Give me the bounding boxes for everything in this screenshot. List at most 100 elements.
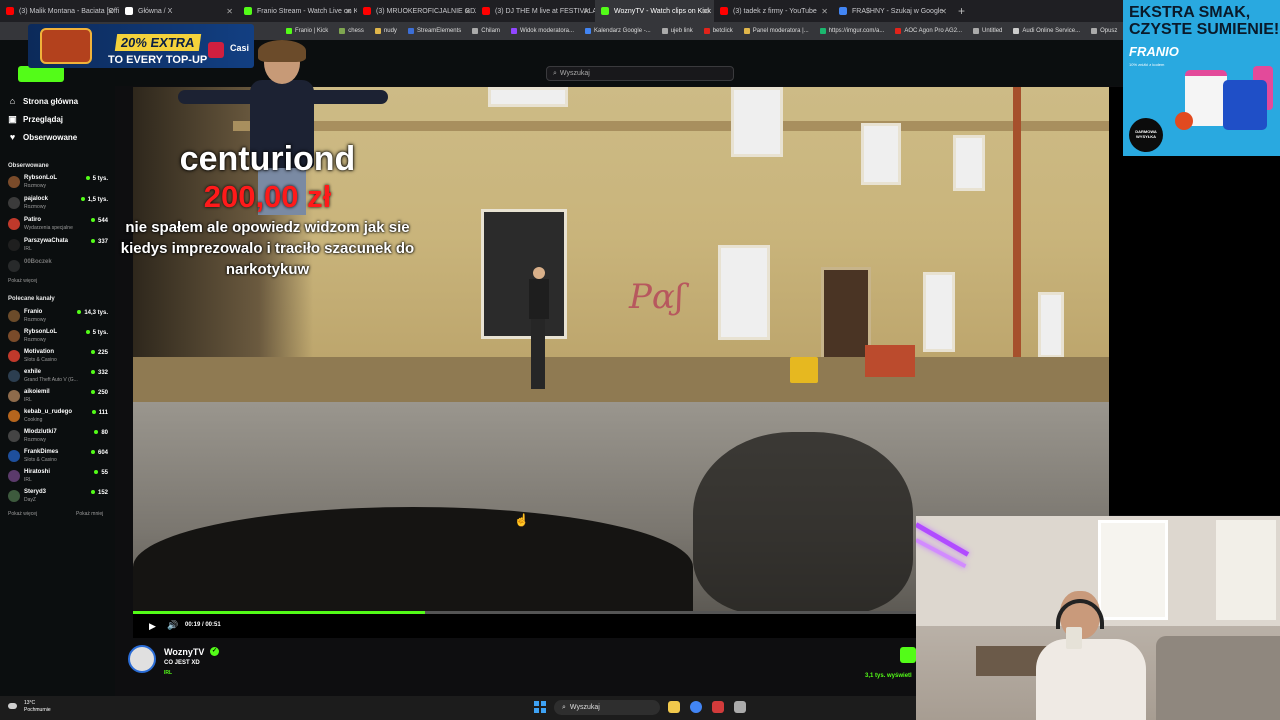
sidebar-channel-item[interactable]: Hiratoshi IRL 55 (8, 468, 108, 486)
browser-tab[interactable]: WoznyTV - Watch clips on Kick ✕ (595, 0, 714, 22)
taskbar-search[interactable]: ⌕ Wyszukaj (554, 700, 660, 715)
browser-tab[interactable]: (3) tadek z firmy - YouTube ✕ (714, 0, 833, 22)
sidebar-channel-item[interactable]: exhile Grand Theft Auto V (G... 332 (8, 368, 108, 386)
sidebar-channel-item[interactable]: 00Boczek (8, 258, 108, 276)
browser-tab-strip: (3) Malik Montana - Baciata [Official Vi… (0, 0, 1280, 22)
sidebar-channel-item[interactable]: ParszywaChata IRL 337 (8, 237, 108, 255)
bookmark-item[interactable]: Widok moderatora... (510, 28, 574, 34)
donation-alert: centuriond 200,00 zł nie spałem ale opow… (110, 140, 425, 280)
bookmark-item[interactable]: betclick (703, 28, 733, 34)
browser-tab[interactable]: (3) DJ THE M live at FESTIVALAR ✕ (476, 0, 595, 22)
sidebar-channel-item[interactable]: Motivation Slots & Casino 225 (8, 348, 108, 366)
channel-category: Rozmowy (24, 337, 46, 343)
volume-icon[interactable]: 🔊 (167, 620, 178, 631)
tab-label: Franio Stream - Watch Live on Kick (257, 7, 357, 15)
sidebar-channel-item[interactable]: kebab_u_rudego Cooking 111 (8, 408, 108, 426)
chrome-icon[interactable] (690, 701, 702, 713)
app-icon[interactable] (712, 701, 724, 713)
sidebar-channel-item[interactable]: Patiro Wydarzenia specjalne 544 (8, 216, 108, 234)
windows-start-icon[interactable] (534, 701, 546, 713)
nav-following[interactable]: ♥ Obserwowane (8, 132, 77, 143)
bookmark-favicon-icon (374, 28, 381, 34)
bookmark-item[interactable]: Opusz (1091, 28, 1117, 34)
sidebar-channel-item[interactable]: RybsonLoL Rozmowy 5 tys. (8, 174, 108, 192)
channel-name: RybsonLoL (24, 175, 57, 181)
bookmark-item[interactable]: chess (339, 28, 364, 34)
sidebar-channel-item[interactable]: pajalock Rozmowy 1,5 tys. (8, 195, 108, 213)
sidebar-channel-item[interactable]: Mlodzlutki7 Rozmowy 80 (8, 428, 108, 446)
sidebar-channel-item[interactable]: Steryd3 DayZ 152 (8, 488, 108, 506)
nav-home[interactable]: ⌂ Strona główna (8, 97, 78, 107)
new-tab-icon[interactable]: + (958, 4, 965, 18)
bookmark-favicon-icon (286, 28, 292, 34)
followed-show-more[interactable]: Pokaż więcej (8, 278, 37, 284)
bookmark-label: Chilam (481, 28, 500, 34)
video-scene-window (861, 123, 901, 185)
bookmark-item[interactable]: Kalendarz Google -... (585, 28, 651, 34)
tab-close-icon[interactable]: ✕ (107, 7, 114, 16)
avatar (8, 430, 20, 442)
browser-tab[interactable]: Franio Stream - Watch Live on Kick ✕ (238, 0, 357, 22)
clip-category[interactable]: IRL (164, 670, 172, 676)
channel-name: exhile (24, 369, 42, 375)
bookmark-item[interactable]: AOC Agon Pro AG2... (895, 28, 962, 34)
ad-banner[interactable]: EKSTRA SMAK, CZYSTE SUMIENIE! FRANIO 10%… (1123, 0, 1280, 156)
tab-close-icon[interactable]: ✕ (345, 7, 352, 16)
channel-name: ParszywaChata (24, 238, 69, 244)
weather-widget[interactable]: 13°C Pochmurnie (8, 700, 51, 714)
ad-badge: DARMOWA WYSYŁKA (1129, 118, 1163, 152)
sidebar-channel-item[interactable]: Franio Rozmowy 14,3 tys. (8, 308, 108, 326)
tab-close-icon[interactable]: ✕ (821, 7, 828, 16)
tab-close-icon[interactable]: ✕ (702, 7, 709, 16)
bookmark-item[interactable]: Audi Online Service... (1013, 28, 1080, 34)
channel-name: FrankDimes (24, 449, 59, 455)
ad-fruit-icon (1175, 112, 1193, 130)
player-controls: ▶ 🔊 00:19 / 00:51 (133, 614, 916, 638)
viewer-count: 225 (91, 350, 108, 356)
channel-name: Patiro (24, 217, 42, 223)
tab-close-icon[interactable]: ✕ (940, 7, 947, 16)
viewer-count: 5 tys. (86, 330, 108, 336)
browser-tab[interactable]: (3) MRUOKEROFICJALNIE GDZIE ✕ (357, 0, 476, 22)
bookmark-item[interactable]: ujeb link (661, 28, 693, 34)
nav-browse[interactable]: ▣ Przeglądaj (8, 115, 63, 125)
tab-close-icon[interactable]: ✕ (583, 7, 590, 16)
video-scene-graffiti: Pɑʃ (629, 277, 685, 317)
video-time: 00:19 / 00:51 (185, 622, 221, 628)
kick-logo[interactable] (18, 66, 64, 82)
bookmark-item[interactable]: Franio | Kick (286, 28, 328, 34)
search-input[interactable]: ⌕ Wyszukaj (546, 66, 734, 81)
channel-name[interactable]: WoznyTV (164, 647, 204, 657)
tab-favicon-icon (601, 7, 609, 15)
avatar[interactable] (128, 645, 156, 673)
bookmark-item[interactable]: Panel moderatora |... (743, 28, 809, 34)
bookmark-item[interactable]: https://imgur.com/a... (819, 28, 884, 34)
sidebar-channel-item[interactable]: aikoiemil IRL 250 (8, 388, 108, 406)
sidebar-channel-item[interactable]: FrankDimes Slots & Casino 604 (8, 448, 108, 466)
browser-tab[interactable]: (3) Malik Montana - Baciata [Official Vi… (0, 0, 119, 22)
file-explorer-icon[interactable] (668, 701, 680, 713)
sidebar-channel-item[interactable]: RybsonLoL Rozmowy 5 tys. (8, 328, 108, 346)
bookmark-item[interactable]: Chilam (472, 28, 500, 34)
avatar (8, 239, 20, 251)
viewer-count: 337 (91, 239, 108, 245)
viewer-count: 1,5 tys. (81, 197, 108, 203)
avatar (8, 218, 20, 230)
treasure-chest-icon (40, 28, 92, 64)
channel-name: kebab_u_rudego (24, 409, 73, 415)
bookmark-favicon-icon (339, 28, 346, 34)
recommended-show-less[interactable]: Pokaż mniej (76, 511, 103, 517)
recommended-show-more[interactable]: Pokaż więcej (8, 511, 37, 517)
browser-tab[interactable]: FRA$HNY - Szukaj w Google ✕ (833, 0, 952, 22)
follow-button[interactable] (900, 647, 916, 663)
search-icon: ⌕ (553, 69, 557, 77)
browser-tab[interactable]: Główna / X ✕ (119, 0, 238, 22)
tab-close-icon[interactable]: ✕ (226, 7, 233, 16)
heart-icon: ♥ (9, 132, 16, 142)
bookmark-item[interactable]: Untitled (973, 28, 1002, 34)
app-icon[interactable] (734, 701, 746, 713)
tab-close-icon[interactable]: ✕ (464, 7, 471, 16)
bookmark-item[interactable]: nudy (374, 28, 397, 34)
bookmark-item[interactable]: StreamElements (407, 28, 461, 34)
play-icon[interactable]: ▶ (149, 621, 156, 632)
